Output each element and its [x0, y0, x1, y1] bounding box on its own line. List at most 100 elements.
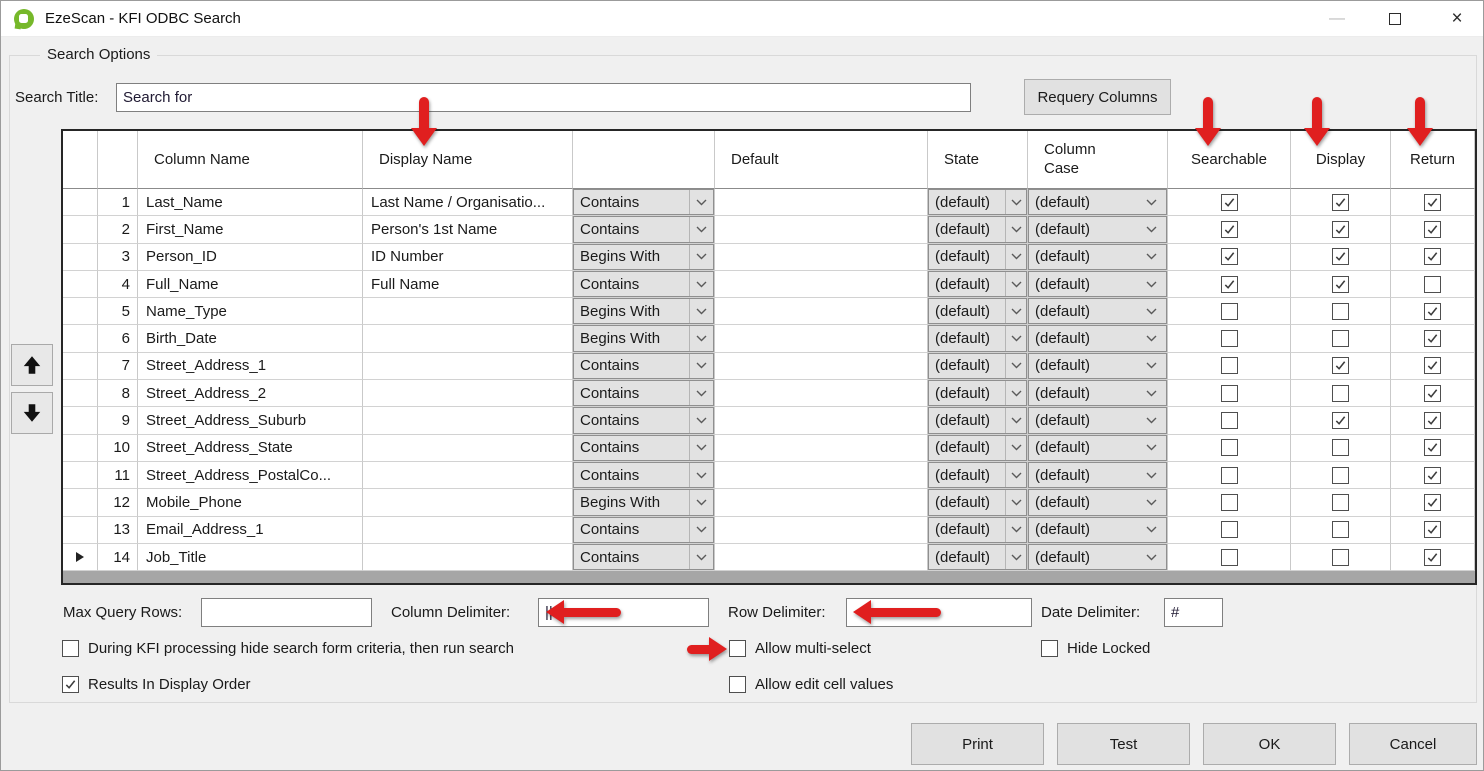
- checkbox-box[interactable]: [1424, 494, 1441, 511]
- default-cell[interactable]: [715, 380, 928, 407]
- display-name-cell[interactable]: Last Name / Organisatio...: [363, 189, 573, 216]
- operator-dropdown[interactable]: Begins With: [573, 325, 714, 351]
- column-case-dropdown[interactable]: (default): [1028, 325, 1167, 351]
- move-row-up-button[interactable]: [11, 344, 53, 386]
- chevron-down-icon[interactable]: [689, 272, 713, 296]
- column-case-cell[interactable]: (default): [1028, 271, 1168, 298]
- chevron-down-icon[interactable]: [1005, 299, 1026, 323]
- column-case-cell[interactable]: (default): [1028, 216, 1168, 243]
- display-checkbox-cell[interactable]: [1291, 244, 1391, 271]
- state-dropdown[interactable]: (default): [928, 462, 1027, 488]
- chevron-down-icon[interactable]: [1005, 463, 1026, 487]
- close-button[interactable]: ×: [1439, 1, 1475, 37]
- column-case-cell[interactable]: (default): [1028, 353, 1168, 380]
- operator-dropdown[interactable]: Contains: [573, 353, 714, 379]
- chevron-down-icon[interactable]: [689, 354, 713, 378]
- checkbox-box[interactable]: [1221, 549, 1238, 566]
- operator-cell[interactable]: Begins With: [573, 489, 715, 516]
- default-cell[interactable]: [715, 462, 928, 489]
- searchable-checkbox-cell[interactable]: [1168, 189, 1291, 216]
- row-indicator-cell[interactable]: [63, 216, 98, 243]
- return-checkbox-cell[interactable]: [1391, 216, 1475, 243]
- row-indicator-cell[interactable]: [63, 544, 98, 571]
- return-checkbox-cell[interactable]: [1391, 517, 1475, 544]
- searchable-checkbox-cell[interactable]: [1168, 298, 1291, 325]
- column-name-cell[interactable]: Full_Name: [138, 271, 363, 298]
- display-checkbox-cell[interactable]: [1291, 189, 1391, 216]
- operator-cell[interactable]: Contains: [573, 435, 715, 462]
- operator-dropdown[interactable]: Begins With: [573, 244, 714, 270]
- row-number-cell[interactable]: 12: [98, 489, 138, 516]
- checkbox-box[interactable]: [1424, 385, 1441, 402]
- row-indicator-cell[interactable]: [63, 353, 98, 380]
- checkbox-box[interactable]: [1424, 303, 1441, 320]
- checkbox-box[interactable]: [1332, 412, 1349, 429]
- state-dropdown[interactable]: (default): [928, 244, 1027, 270]
- allow-edit-cells-checkbox[interactable]: Allow edit cell values: [729, 676, 893, 693]
- chevron-down-icon[interactable]: [689, 299, 713, 323]
- searchable-checkbox-cell[interactable]: [1168, 517, 1291, 544]
- row-indicator-cell[interactable]: [63, 380, 98, 407]
- chevron-down-icon[interactable]: [689, 190, 713, 214]
- operator-cell[interactable]: Contains: [573, 544, 715, 571]
- column-case-cell[interactable]: (default): [1028, 489, 1168, 516]
- move-row-down-button[interactable]: [11, 392, 53, 434]
- column-name-cell[interactable]: Street_Address_Suburb: [138, 407, 363, 434]
- display-name-header[interactable]: Display Name: [363, 131, 573, 189]
- column-case-cell[interactable]: (default): [1028, 325, 1168, 352]
- searchable-checkbox-cell[interactable]: [1168, 489, 1291, 516]
- display-name-cell[interactable]: [363, 353, 573, 380]
- checkbox-box[interactable]: [1332, 521, 1349, 538]
- requery-columns-button[interactable]: Requery Columns: [1024, 79, 1171, 115]
- display-name-cell[interactable]: [363, 435, 573, 462]
- chevron-down-icon[interactable]: [1005, 190, 1026, 214]
- default-cell[interactable]: [715, 189, 928, 216]
- default-header[interactable]: Default: [715, 131, 928, 189]
- operator-dropdown[interactable]: Contains: [573, 216, 714, 242]
- chevron-down-icon[interactable]: [1005, 545, 1026, 569]
- display-checkbox-cell[interactable]: [1291, 489, 1391, 516]
- default-cell[interactable]: [715, 244, 928, 271]
- operator-dropdown[interactable]: Contains: [573, 380, 714, 406]
- return-header[interactable]: Return: [1391, 131, 1475, 189]
- return-checkbox-cell[interactable]: [1391, 435, 1475, 462]
- hide-locked-checkbox[interactable]: Hide Locked: [1041, 640, 1150, 657]
- column-case-dropdown[interactable]: (default): [1028, 435, 1167, 461]
- checkbox-box[interactable]: [1221, 194, 1238, 211]
- return-checkbox-cell[interactable]: [1391, 325, 1475, 352]
- results-display-order-checkbox[interactable]: Results In Display Order: [62, 676, 251, 693]
- row-number-cell[interactable]: 3: [98, 244, 138, 271]
- row-number-cell[interactable]: 2: [98, 216, 138, 243]
- state-cell[interactable]: (default): [928, 244, 1028, 271]
- checkbox-box[interactable]: [1332, 467, 1349, 484]
- chevron-down-icon[interactable]: [1005, 245, 1026, 269]
- chevron-down-icon[interactable]: [689, 326, 713, 350]
- return-checkbox-cell[interactable]: [1391, 353, 1475, 380]
- column-name-header[interactable]: Column Name: [138, 131, 363, 189]
- row-number-cell[interactable]: 14: [98, 544, 138, 571]
- state-cell[interactable]: (default): [928, 325, 1028, 352]
- allow-multi-select-checkbox[interactable]: Allow multi-select: [729, 640, 871, 657]
- column-case-dropdown[interactable]: (default): [1028, 544, 1167, 570]
- return-checkbox-cell[interactable]: [1391, 407, 1475, 434]
- checkbox-box[interactable]: [1332, 549, 1349, 566]
- operator-cell[interactable]: Contains: [573, 353, 715, 380]
- column-case-cell[interactable]: (default): [1028, 435, 1168, 462]
- checkbox-box[interactable]: [1332, 303, 1349, 320]
- chevron-down-icon[interactable]: [1136, 272, 1166, 296]
- column-case-dropdown[interactable]: (default): [1028, 380, 1167, 406]
- row-number-cell[interactable]: 8: [98, 380, 138, 407]
- checkbox-box[interactable]: [1221, 357, 1238, 374]
- default-cell[interactable]: [715, 407, 928, 434]
- operator-cell[interactable]: Begins With: [573, 325, 715, 352]
- default-cell[interactable]: [715, 216, 928, 243]
- display-name-cell[interactable]: [363, 489, 573, 516]
- searchable-checkbox-cell[interactable]: [1168, 435, 1291, 462]
- display-name-cell[interactable]: Full Name: [363, 271, 573, 298]
- return-checkbox-cell[interactable]: [1391, 298, 1475, 325]
- operator-cell[interactable]: Contains: [573, 407, 715, 434]
- state-dropdown[interactable]: (default): [928, 380, 1027, 406]
- state-cell[interactable]: (default): [928, 517, 1028, 544]
- column-name-cell[interactable]: Street_Address_1: [138, 353, 363, 380]
- state-dropdown[interactable]: (default): [928, 325, 1027, 351]
